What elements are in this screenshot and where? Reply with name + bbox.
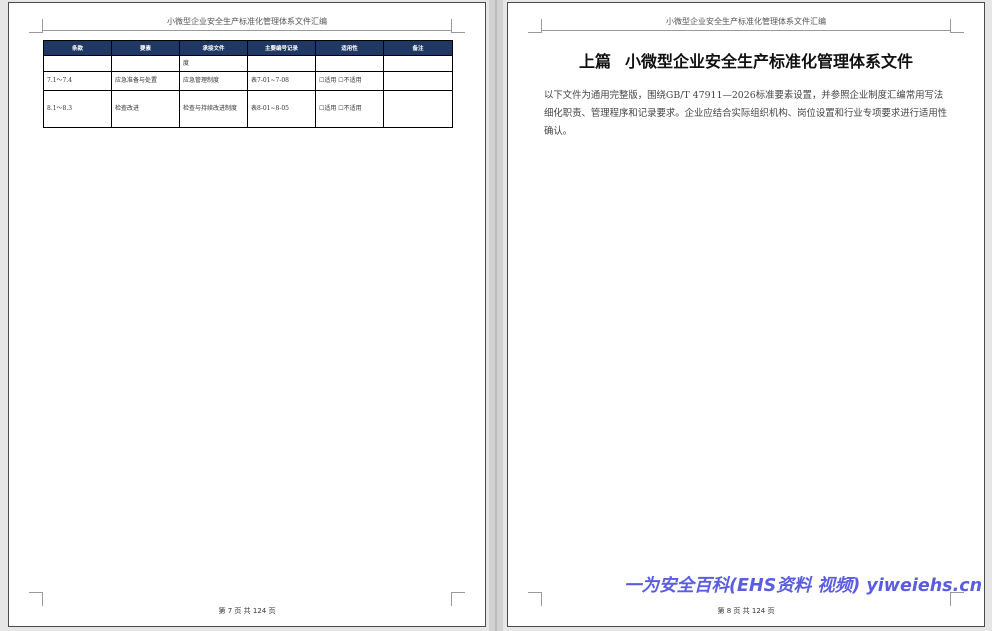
column-header: 主要编号记录: [247, 40, 316, 56]
section-title-text: 小微型企业安全生产标准化管理体系文件: [625, 52, 914, 71]
watermark-text: 一为安全百科(EHS资料 视频) yiweiehs.cn: [624, 576, 983, 596]
column-header: 承接文件: [179, 40, 248, 56]
table-cell: [111, 55, 180, 72]
section-title-part: 上篇: [578, 52, 611, 71]
column-header: 要素: [111, 40, 180, 56]
table-cell: 应急准备与处置: [111, 71, 180, 91]
table-cell: 检查与持续改进制度: [179, 90, 248, 128]
crop-mark-top-right: [451, 19, 465, 33]
intro-paragraph: 以下文件为通用完整版，围绕GB/T 47911—2026标准要素设置，并参照企业…: [544, 90, 948, 137]
table-cell: [383, 55, 453, 72]
table-cell: 检查改进: [111, 90, 180, 128]
table-row: 8.1～8.3 检查改进 检查与持续改进制度 表8-01~8-05 ☐适用 ☐不…: [43, 90, 453, 128]
crop-mark-top-left: [528, 19, 542, 33]
table-cell: ☐适用 ☐不适用: [315, 90, 384, 128]
table-cell: [247, 55, 316, 72]
page-gutter: [489, 0, 503, 631]
table-cell: [383, 71, 453, 91]
table-cell: ☐适用 ☐不适用: [315, 71, 384, 91]
page-footer: 第 7 页 共 124 页: [218, 607, 276, 615]
column-header: 适用性: [315, 40, 384, 56]
table-cell: [315, 55, 384, 72]
column-header: 备注: [383, 40, 453, 56]
crop-mark-top-left: [29, 19, 43, 33]
crop-mark-bottom-left: [29, 592, 43, 606]
header-rule: [42, 30, 452, 31]
table-cell: 7.1～7.4: [43, 71, 112, 91]
page-header: 小微型企业安全生产标准化管理体系文件汇编: [666, 17, 826, 26]
document-page-7: 小微型企业安全生产标准化管理体系文件汇编 条款 要素 承接文件 主要编号记录 适…: [8, 2, 486, 627]
page-footer: 第 8 页 共 124 页: [717, 607, 775, 615]
table-cell: 表8-01~8-05: [247, 90, 316, 128]
table-header-row: 条款 要素 承接文件 主要编号记录 适用性 备注: [43, 40, 453, 56]
table-cell: 8.1～8.3: [43, 90, 112, 128]
table-row: 7.1～7.4 应急准备与处置 应急管理制度 表7-01~7-08 ☐适用 ☐不…: [43, 71, 453, 91]
crop-mark-bottom-right: [451, 592, 465, 606]
table-cell: 度: [179, 55, 248, 72]
table-cell: [383, 90, 453, 128]
table-cell: [43, 55, 112, 72]
table-cell: 应急管理制度: [179, 71, 248, 91]
page-header: 小微型企业安全生产标准化管理体系文件汇编: [167, 17, 327, 26]
header-rule: [541, 30, 951, 31]
crop-mark-bottom-left: [528, 592, 542, 606]
element-mapping-table: 条款 要素 承接文件 主要编号记录 适用性 备注 度 7.1～7.4 应急准备与…: [43, 40, 453, 128]
document-page-8: 小微型企业安全生产标准化管理体系文件汇编 上篇 小微型企业安全生产标准化管理体系文…: [507, 2, 985, 627]
table-cell: 表7-01~7-08: [247, 71, 316, 91]
table-row: 度: [43, 55, 453, 72]
crop-mark-top-right: [950, 19, 964, 33]
column-header: 条款: [43, 40, 112, 56]
section-title: 上篇 小微型企业安全生产标准化管理体系文件: [508, 48, 984, 72]
